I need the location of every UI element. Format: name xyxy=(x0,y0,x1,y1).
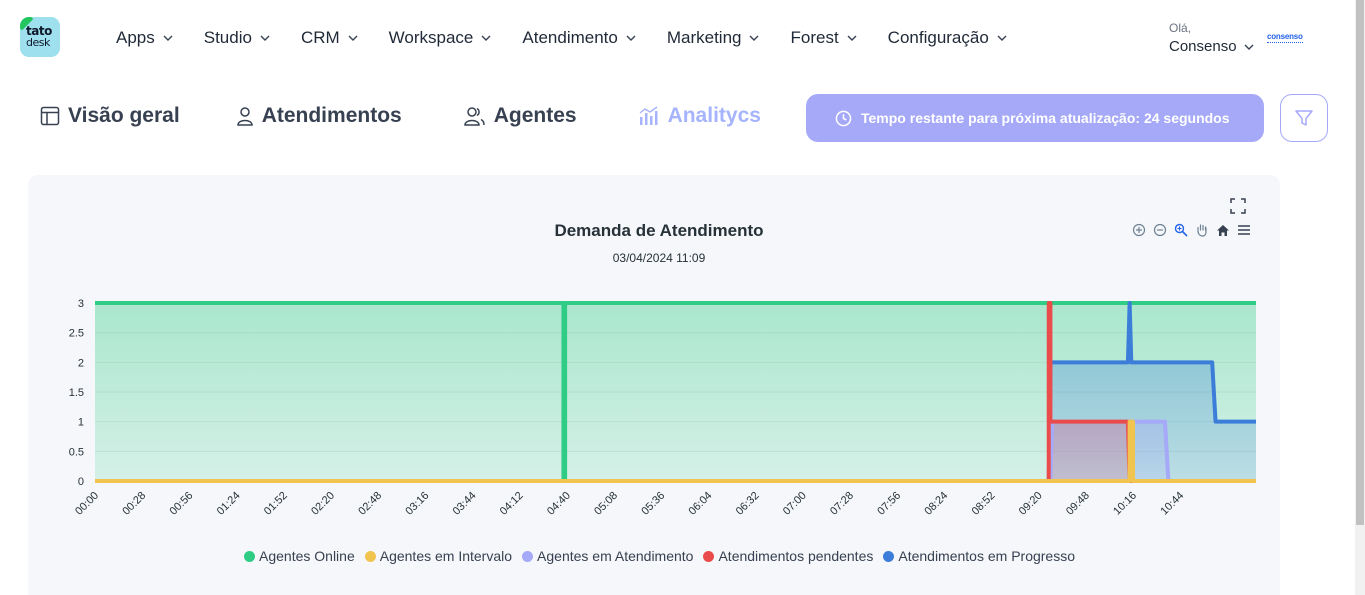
y-tick-label: 1.5 xyxy=(69,387,84,399)
x-tick-label: 03:44 xyxy=(451,490,479,518)
legend-marker xyxy=(244,550,255,562)
legend-item-progresso[interactable]: Atendimentos em Progresso xyxy=(883,548,1075,564)
legend-item-online[interactable]: Agentes Online xyxy=(244,548,355,564)
x-tick-label: 09:48 xyxy=(1064,490,1092,518)
x-tick-label: 10:16 xyxy=(1111,490,1139,518)
x-tick-label: 00:56 xyxy=(168,490,196,518)
legend-label: Agentes em Atendimento xyxy=(537,548,694,564)
legend-marker xyxy=(703,550,715,562)
legend-marker xyxy=(883,550,895,562)
x-tick-label: 09:20 xyxy=(1017,490,1045,518)
x-tick-label: 06:04 xyxy=(687,490,715,518)
chart-legend: Agentes Online Agentes em Intervalo Agen… xyxy=(244,548,1085,564)
analytics-page: tato desk Apps Studio CRM Workspace Aten… xyxy=(0,0,1365,595)
x-tick-label: 05:08 xyxy=(592,490,620,518)
y-tick-label: 3 xyxy=(78,298,84,310)
legend-label: Atendimentos pendentes xyxy=(718,548,874,564)
x-tick-label: 07:28 xyxy=(828,490,856,518)
legend-marker xyxy=(522,550,534,562)
x-tick-label: 07:00 xyxy=(781,490,809,518)
legend-item-pendentes[interactable]: Atendimentos pendentes xyxy=(703,548,873,564)
x-tick-label: 04:40 xyxy=(545,490,573,518)
x-tick-label: 06:32 xyxy=(734,490,762,518)
x-tick-label: 07:56 xyxy=(875,490,903,518)
x-tick-label: 00:28 xyxy=(120,490,148,518)
legend-marker xyxy=(364,550,376,562)
y-tick-label: 1 xyxy=(78,417,84,429)
y-tick-label: 0.5 xyxy=(69,446,84,458)
y-tick-label: 0 xyxy=(78,476,84,488)
y-tick-label: 2.5 xyxy=(69,328,84,340)
x-tick-label: 01:24 xyxy=(215,490,243,518)
page-scrollbar[interactable] xyxy=(1355,0,1365,595)
demand-chart: 3 2.5 2 1.5 1 0.5 0 00:00 00:28 00:56 01:24 01:52 02… xyxy=(69,298,1256,518)
legend-item-atendimento[interactable]: Agentes em Atendimento xyxy=(522,548,693,564)
legend-label: Agentes Online xyxy=(259,548,355,564)
x-tick-label: 00:00 xyxy=(73,490,101,518)
x-tick-label: 01:52 xyxy=(262,490,290,518)
x-tick-label: 08:24 xyxy=(922,490,950,518)
legend-label: Atendimentos em Progresso xyxy=(898,548,1075,564)
x-tick-label: 02:20 xyxy=(309,490,337,518)
x-tick-label: 04:12 xyxy=(498,490,526,518)
scrollbar-thumb[interactable] xyxy=(1356,0,1364,525)
x-tick-label: 02:48 xyxy=(356,490,384,518)
x-tick-label: 05:36 xyxy=(639,490,667,518)
legend-item-intervalo[interactable]: Agentes em Intervalo xyxy=(364,548,513,564)
x-tick-label: 03:16 xyxy=(403,490,431,518)
x-tick-label: 10:44 xyxy=(1158,490,1186,518)
y-tick-label: 2 xyxy=(78,357,84,369)
legend-label: Agentes em Intervalo xyxy=(379,548,513,564)
x-tick-label: 08:52 xyxy=(970,490,998,518)
